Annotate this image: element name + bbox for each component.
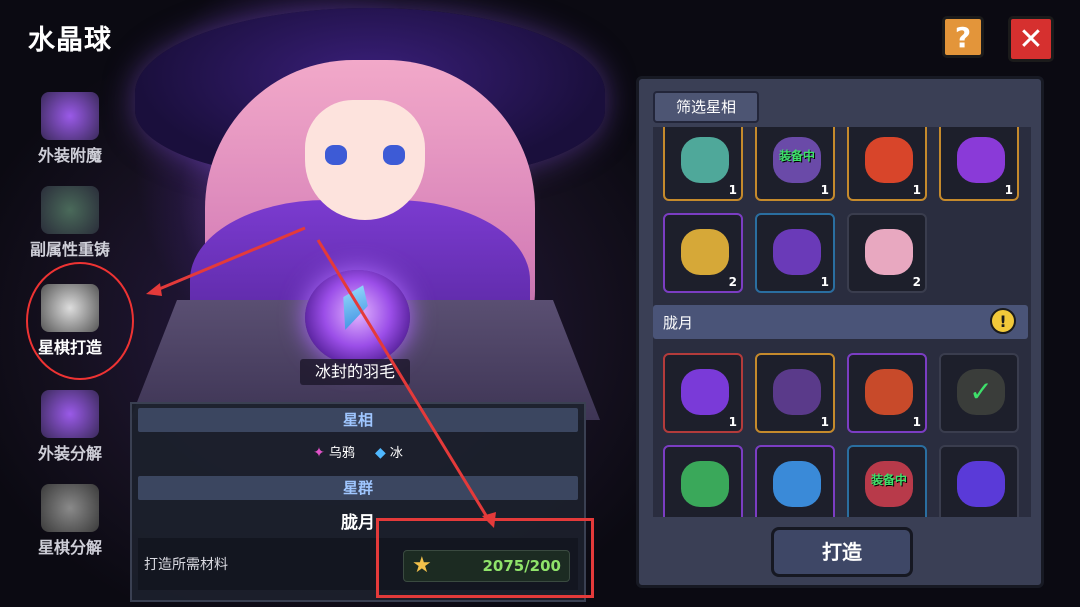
star-chess-art	[957, 461, 1005, 507]
aspect-section-title: 星相	[138, 408, 578, 432]
star-chess-slot[interactable]: 1	[663, 127, 743, 201]
help-button[interactable]: ?	[942, 16, 984, 58]
sidebar-item-enchant[interactable]: 外装附魔	[22, 92, 118, 166]
star-chess-art	[773, 461, 821, 507]
sidebar-item-star-chess-dismantle[interactable]: 星棋分解	[22, 484, 118, 558]
forge-button[interactable]: 打造	[771, 527, 913, 577]
crow-icon: ✦	[313, 445, 325, 461]
star-chess-art	[681, 461, 729, 507]
ice-icon: ◆	[375, 445, 386, 461]
star-chess-slot[interactable]: 装备中	[847, 445, 927, 517]
crystal-orb	[305, 270, 410, 365]
check-icon: ✓	[957, 369, 1005, 415]
star-chess-slot[interactable]: 1	[847, 127, 927, 201]
trait-crow: ✦ 乌鸦	[313, 445, 355, 461]
star-chess-slot[interactable]: 装备中 1	[755, 127, 835, 201]
star-chess-art	[681, 229, 729, 275]
item-name: 冰封的羽毛	[300, 359, 410, 385]
character-right-eye	[383, 145, 405, 165]
equipped-badge: 装备中	[870, 473, 907, 487]
group-header-label: 胧月	[663, 314, 694, 332]
star-chess-slot[interactable]: ✓	[939, 353, 1019, 433]
sidebar-item-reforge[interactable]: 副属性重铸	[22, 186, 118, 260]
character-face	[305, 100, 425, 220]
star-chess-slot[interactable]: 1	[755, 353, 835, 433]
close-icon: ✕	[1018, 21, 1044, 57]
star-chess-panel: 筛选星相 1 装备中 1 1 1 2 1 2 胧月 ! 1 1 1 ✓ 装备中 …	[636, 76, 1044, 588]
filter-aspect-button[interactable]: 筛选星相	[653, 91, 759, 123]
equipped-badge: 装备中	[778, 149, 815, 163]
dismantle-icon	[41, 390, 99, 438]
star-chess-art	[681, 369, 729, 415]
reforge-icon	[41, 186, 99, 234]
character-left-eye	[325, 145, 347, 165]
group-section-title: 星群	[138, 476, 578, 500]
close-button[interactable]: ✕	[1008, 16, 1054, 62]
sidebar-item-label: 星棋分解	[37, 538, 102, 557]
star-chess-art	[773, 369, 821, 415]
material-label: 打造所需材料	[144, 557, 228, 573]
star-chess-grid[interactable]: 1 装备中 1 1 1 2 1 2 胧月 ! 1 1 1 ✓ 装备中	[653, 127, 1031, 517]
group-header: 胧月 !	[653, 305, 1028, 339]
sidebar-item-dismantle[interactable]: 外装分解	[22, 390, 118, 464]
star-chess-slot[interactable]	[755, 445, 835, 517]
star-chess-art	[681, 137, 729, 183]
page-title: 水晶球	[28, 25, 112, 56]
sidebar-item-label: 外装附魔	[37, 146, 102, 165]
star-chess-slot[interactable]: 2	[847, 213, 927, 293]
star-chess-slot[interactable]: 1	[847, 353, 927, 433]
star-chess-art	[865, 229, 913, 275]
trait-list: ✦ 乌鸦 ◆ 冰	[132, 442, 584, 461]
star-chess-slot[interactable]	[663, 445, 743, 517]
question-icon: ?	[954, 20, 972, 54]
star-chess-art	[865, 137, 913, 183]
star-chess-slot[interactable]: 2	[663, 213, 743, 293]
star-chess-art	[773, 229, 821, 275]
star-chess-slot[interactable]: 1	[755, 213, 835, 293]
enchant-icon	[41, 92, 99, 140]
sidebar-item-label: 外装分解	[37, 444, 102, 463]
exclamation-icon[interactable]: !	[990, 308, 1016, 334]
star-chess-slot[interactable]: 1	[939, 127, 1019, 201]
star-chess-art	[865, 369, 913, 415]
sidebar-item-label: 副属性重铸	[29, 240, 110, 259]
star-chess-slot[interactable]: 1	[663, 353, 743, 433]
trait-ice: ◆ 冰	[375, 445, 403, 461]
annotation-box	[376, 518, 594, 598]
star-chess-slot[interactable]	[939, 445, 1019, 517]
star-chess-dismantle-icon	[41, 484, 99, 532]
star-chess-art	[957, 137, 1005, 183]
annotation-circle	[26, 262, 134, 380]
